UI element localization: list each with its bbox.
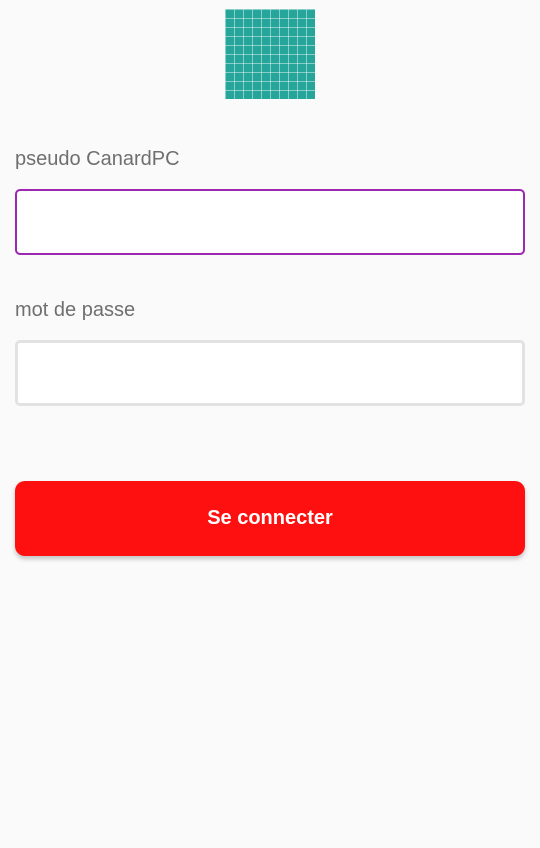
password-input[interactable] (15, 340, 525, 406)
username-input[interactable] (15, 189, 525, 255)
login-button[interactable]: Se connecter (15, 481, 525, 556)
username-label: pseudo CanardPC (15, 148, 180, 170)
password-label: mot de passe (15, 299, 136, 321)
app-logo-icon (225, 9, 315, 99)
